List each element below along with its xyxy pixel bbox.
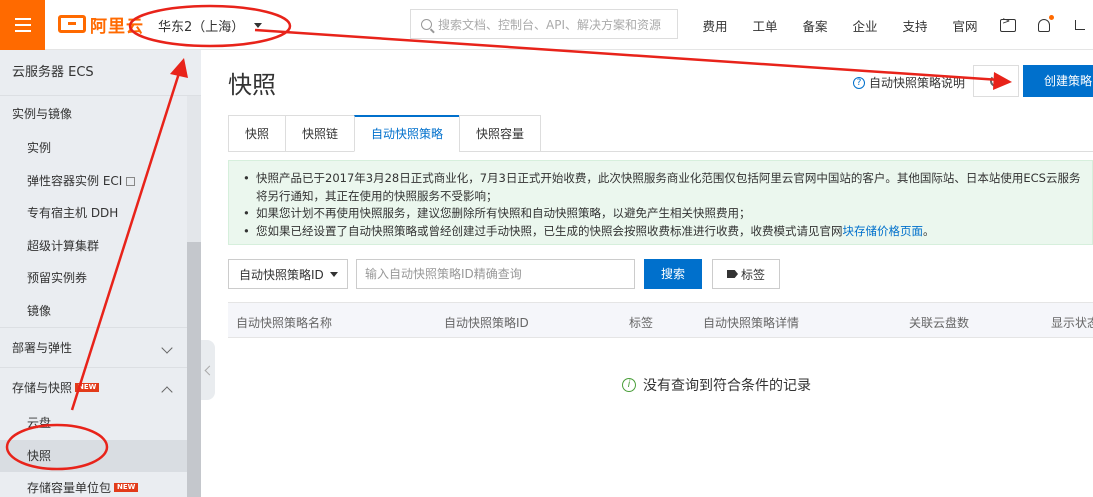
- sidebar-item-ddh[interactable]: 专有宿主机 DDH: [0, 197, 201, 230]
- sidebar-item-scu[interactable]: 存储容量单位包 NEW: [0, 472, 201, 497]
- caret-down-icon: [254, 23, 263, 28]
- top-bar: 阿里云 华东2（上海） 搜索文档、控制台、API、解决方案和资源 费用 工单 备…: [0, 0, 1093, 50]
- help-link-label: 自动快照策略说明: [869, 76, 966, 90]
- menu-line: [14, 30, 31, 32]
- notice-item: 如果您计划不再使用快照服务，建议您删除所有快照和自动快照策略，以避免产生相关快照…: [243, 205, 1092, 223]
- tab-snapshot-capacity[interactable]: 快照容量: [459, 115, 542, 152]
- sidebar-item-ri[interactable]: 预留实例券: [0, 262, 201, 295]
- empty-message: 没有查询到符合条件的记录: [643, 378, 811, 394]
- nav-icp[interactable]: 备案: [790, 16, 840, 35]
- region-selector[interactable]: 华东2（上海）: [158, 16, 263, 35]
- sidebar-item-scc[interactable]: 超级计算集群: [0, 230, 201, 263]
- aliyun-logo-icon: [58, 15, 86, 33]
- nav-website[interactable]: 官网: [940, 16, 990, 35]
- sidebar-group-instances[interactable]: 实例与镜像: [0, 96, 201, 132]
- column-header-name: 自动快照策略名称: [236, 316, 333, 330]
- search-icon: [421, 18, 432, 30]
- sidebar: 云服务器 ECS 实例与镜像 实例 弹性容器实例 ECI 专有宿主机 DDH 超…: [0, 50, 201, 497]
- notice-item-continuation: 将另行通知，其正在使用的快照服务不受影响；: [256, 188, 498, 203]
- column-header-tags: 标签: [629, 316, 654, 330]
- search-placeholder: 搜索文档、控制台、API、解决方案和资源: [438, 17, 661, 32]
- menu-line: [14, 24, 31, 26]
- column-header-status: 显示状态: [1051, 316, 1093, 330]
- sidebar-group-deploy[interactable]: 部署与弹性: [0, 327, 201, 367]
- sidebar-item-instances[interactable]: 实例: [0, 132, 201, 165]
- empty-state: i 没有查询到符合条件的记录: [622, 375, 811, 395]
- nav-fees[interactable]: 费用: [690, 16, 740, 35]
- notice-list: 快照产品已于2017年3月28日正式商业化，7月3日正式开始收费，此次快照服务商…: [243, 170, 1092, 240]
- column-header-disk-count: 关联云盘数: [909, 316, 970, 330]
- sidebar-group-storage[interactable]: 存储与快照 NEW: [0, 367, 201, 407]
- tab-snapshot-chain[interactable]: 快照链: [285, 115, 355, 152]
- question-icon: ?: [853, 76, 865, 89]
- table-header: 自动快照策略名称 自动快照策略ID 标签 自动快照策略详情 关联云盘数 显示状态: [228, 302, 1093, 338]
- main-content: 快照 ? 自动快照策略说明 创建策略 快照 快照链 自动快照策略 快照容量 快照…: [201, 50, 1093, 497]
- policy-id-search-input[interactable]: [356, 259, 635, 289]
- pricing-link[interactable]: 块存储价格页面: [843, 224, 924, 238]
- item-label: 存储容量单位包: [27, 481, 112, 495]
- filter-bar: 自动快照策略ID 搜索 标签: [228, 259, 781, 289]
- tag-icon: [727, 270, 738, 278]
- create-policy-button[interactable]: 创建策略: [1023, 65, 1093, 97]
- sidebar-item-disks[interactable]: 云盘: [0, 407, 201, 440]
- sidebar-item-eci[interactable]: 弹性容器实例 ECI: [0, 165, 201, 198]
- column-header-details: 自动快照策略详情: [703, 316, 800, 330]
- tab-bar: 快照 快照链 自动快照策略 快照容量: [228, 115, 1093, 152]
- sidebar-scrollbar-thumb[interactable]: [187, 242, 201, 497]
- group-label: 实例与镜像: [12, 107, 73, 121]
- cart-icon: [1075, 20, 1085, 30]
- sidebar-title: 云服务器 ECS: [0, 50, 201, 96]
- search-button[interactable]: 搜索: [644, 259, 702, 289]
- page-title: 快照: [228, 71, 276, 99]
- global-search-input[interactable]: 搜索文档、控制台、API、解决方案和资源: [410, 9, 678, 39]
- cart-button[interactable]: [1062, 20, 1093, 30]
- logo-text: 阿里云: [90, 16, 144, 37]
- nav-support[interactable]: 支持: [890, 16, 940, 35]
- group-label: 部署与弹性: [12, 341, 73, 355]
- notice-item: 您如果已经设置了自动快照策略或曾经创建过手动快照，已生成的快照会按照收费标准进行…: [243, 223, 1092, 241]
- tab-snapshots[interactable]: 快照: [228, 115, 286, 152]
- nav-tickets[interactable]: 工单: [740, 16, 790, 35]
- notice-banner: 快照产品已于2017年3月28日正式商业化，7月3日正式开始收费，此次快照服务商…: [228, 160, 1093, 245]
- tag-filter-button[interactable]: 标签: [712, 259, 781, 289]
- new-badge: NEW: [75, 383, 100, 392]
- menu-line: [14, 18, 31, 20]
- external-link-icon: [126, 176, 136, 186]
- refresh-icon: [990, 75, 1002, 87]
- group-label: 存储与快照: [12, 381, 73, 395]
- bell-icon: [1038, 14, 1054, 32]
- chevron-down-icon: [161, 342, 173, 354]
- filter-field-select[interactable]: 自动快照策略ID: [228, 259, 348, 289]
- select-value: 自动快照策略ID: [239, 267, 324, 282]
- column-header-id: 自动快照策略ID: [444, 316, 529, 330]
- notifications-button[interactable]: [1026, 14, 1062, 32]
- notice-item: 快照产品已于2017年3月28日正式商业化，7月3日正式开始收费，此次快照服务商…: [243, 170, 1092, 188]
- notice-text-end: 。: [923, 223, 935, 238]
- tab-auto-snapshot-policy[interactable]: 自动快照策略: [354, 115, 460, 152]
- top-nav: 费用 工单 备案 企业 支持 官网: [690, 0, 1093, 50]
- aliyun-logo[interactable]: 阿里云: [58, 13, 144, 37]
- nav-enterprise[interactable]: 企业: [840, 16, 890, 35]
- terminal-icon: [1000, 16, 1016, 32]
- info-icon: i: [622, 378, 636, 392]
- chevron-up-icon: [161, 386, 173, 398]
- refresh-button[interactable]: [973, 65, 1019, 97]
- new-badge: NEW: [114, 483, 139, 492]
- hamburger-menu-button[interactable]: [0, 0, 45, 50]
- sidebar-item-snapshots[interactable]: 快照: [0, 439, 187, 472]
- help-link[interactable]: ? 自动快照策略说明: [853, 74, 965, 91]
- tag-label: 标签: [741, 267, 766, 282]
- caret-down-icon: [330, 272, 338, 277]
- sidebar-item-images[interactable]: 镜像: [0, 295, 201, 328]
- item-label: 弹性容器实例 ECI: [27, 173, 123, 188]
- cloud-shell-button[interactable]: [990, 16, 1026, 32]
- notice-text: 您如果已经设置了自动快照策略或曾经创建过手动快照，已生成的快照会按照收费标准进行…: [256, 223, 843, 238]
- region-label: 华东2（上海）: [158, 20, 245, 35]
